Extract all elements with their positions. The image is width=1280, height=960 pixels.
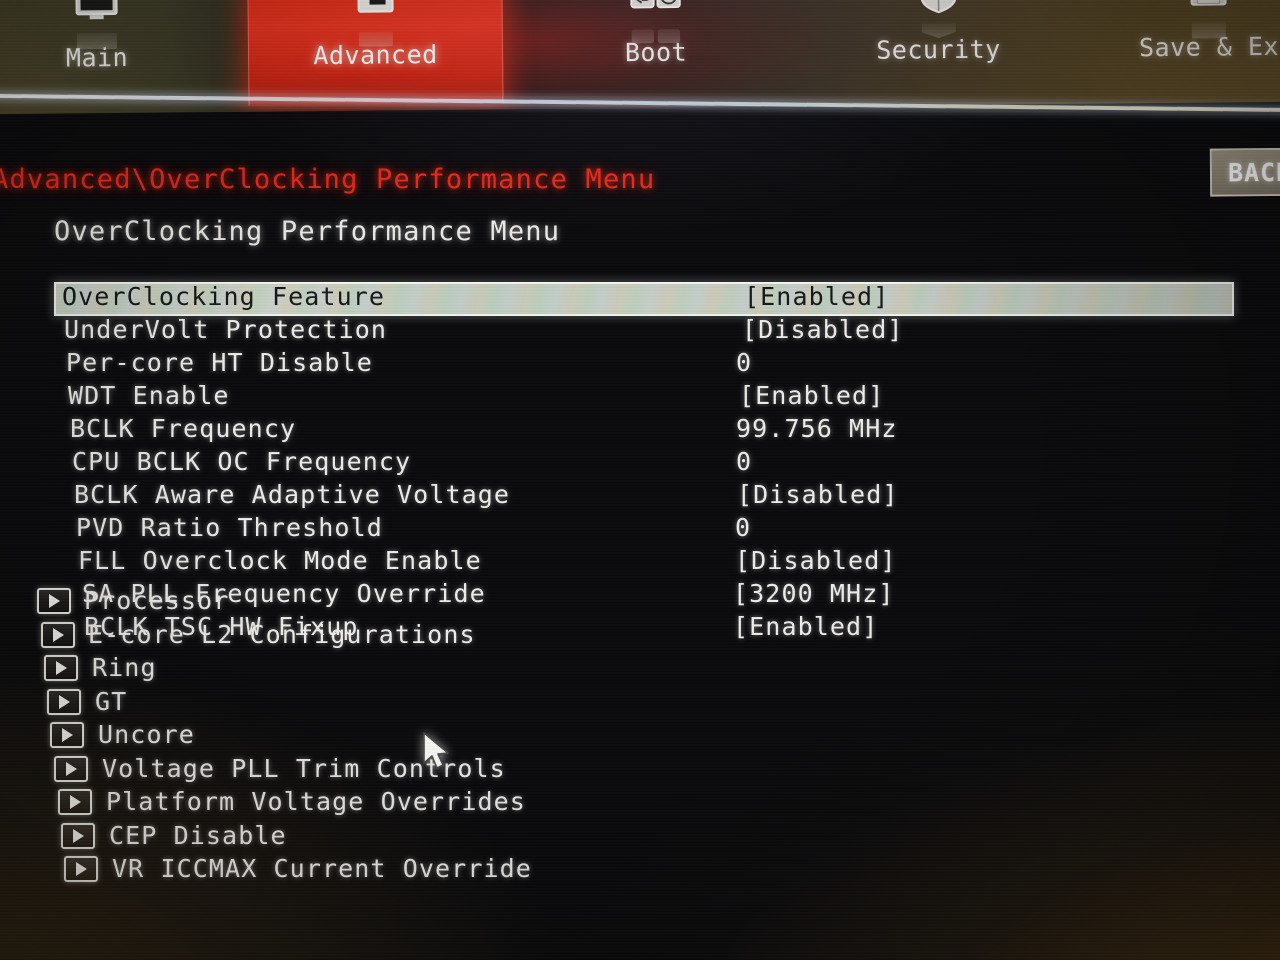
setting-row-cpu-bclk-oc-frequency[interactable]: CPU BCLK OC Frequency 0 (0, 447, 1280, 480)
setting-label: Per-core HT Disable (66, 348, 373, 377)
submenu-label: Platform Voltage Overrides (106, 787, 526, 816)
setting-row-per-core-ht-disable[interactable]: Per-core HT Disable 0 (0, 348, 1280, 381)
submenu-arrow-icon[interactable] (44, 655, 78, 681)
submenu-label: Uncore (98, 720, 195, 749)
submenu-arrow-icon[interactable] (50, 722, 84, 748)
submenu-list: Processor E-core L2 Configurations Ring … (0, 586, 1280, 888)
setting-row-bclk-frequency[interactable]: BCLK Frequency 99.756 MHz (0, 414, 1280, 447)
setting-row-fll-overclock-mode-enable[interactable]: FLL Overclock Mode Enable [Disabled] (0, 546, 1280, 579)
chip-icon-reflection (347, 24, 403, 47)
submenu-row-vr-iccmax-current-override[interactable]: VR ICCMAX Current Override (0, 854, 1280, 888)
setting-row-bclk-aware-adaptive-voltage[interactable]: BCLK Aware Adaptive Voltage [Disabled] (0, 480, 1280, 513)
nav-tab-main[interactable]: Main (1, 0, 192, 108)
nav-tab-save-and-exit[interactable]: Save & Ex (1103, 0, 1280, 98)
setting-row-pvd-ratio-threshold[interactable]: PVD Ratio Threshold 0 (0, 513, 1280, 546)
setting-label: WDT Enable (68, 381, 230, 410)
setting-value[interactable]: [Enabled] (739, 381, 884, 410)
setting-label: OverClocking Feature (62, 282, 386, 311)
submenu-arrow-icon[interactable] (41, 621, 75, 648)
submenu-arrow-icon[interactable] (61, 822, 95, 849)
setting-value[interactable]: 99.756 MHz (736, 414, 898, 443)
setting-label: PVD Ratio Threshold (76, 513, 383, 542)
setting-label: UnderVolt Protection (64, 315, 388, 344)
submenu-label: Processor (84, 586, 230, 615)
submenu-arrow-icon[interactable] (54, 755, 88, 782)
nav-tab-advanced[interactable]: Advanced (247, 0, 504, 106)
content-panel: Advanced\OverClocking Performance Menu O… (0, 112, 1280, 960)
setting-label: BCLK Frequency (70, 414, 297, 443)
monitor-icon-reflection (69, 27, 125, 50)
floppy-icon (1180, 0, 1236, 39)
monitor-icon (68, 0, 124, 50)
setting-label: FLL Overclock Mode Enable (78, 546, 482, 575)
submenu-label: Ring (92, 653, 157, 682)
submenu-arrow-icon[interactable] (47, 688, 81, 715)
nav-tab-boot[interactable]: Boot (555, 0, 756, 103)
submenu-label: E-core L2 Configurations (88, 619, 476, 649)
back-button[interactable]: BACK (1209, 147, 1280, 197)
chip-icon (347, 0, 403, 47)
setting-value[interactable]: 0 (735, 513, 751, 542)
setting-value[interactable]: [Disabled] (735, 546, 897, 575)
mouse-pointer-icon (421, 731, 455, 779)
setting-value[interactable]: [Disabled] (742, 315, 904, 344)
submenu-label: GT (95, 686, 128, 716)
back-button-label: BACK (1227, 157, 1280, 187)
nav-tab-security[interactable]: Security (820, 0, 1056, 100)
setting-value[interactable]: 0 (736, 348, 752, 377)
submenu-arrow-icon[interactable] (64, 856, 98, 882)
shield-icon-reflection (910, 19, 966, 42)
submenu-row-uncore[interactable]: Uncore (0, 720, 1280, 754)
boot-icon (627, 0, 683, 44)
submenu-row-processor[interactable]: Processor (0, 586, 1280, 620)
submenu-row-e-core-l2-configurations[interactable]: E-core L2 Configurations (0, 620, 1280, 654)
submenu-row-gt[interactable]: GT (0, 687, 1280, 721)
setting-label: BCLK Aware Adaptive Voltage (74, 480, 511, 509)
submenu-label: VR ICCMAX Current Override (112, 854, 532, 883)
setting-value[interactable]: [Enabled] (744, 282, 889, 311)
shield-icon (910, 0, 966, 39)
submenu-arrow-icon[interactable] (58, 789, 92, 815)
setting-row-wdt-enable[interactable]: WDT Enable [Enabled] (0, 381, 1280, 414)
submenu-row-platform-voltage-overrides[interactable]: Platform Voltage Overrides (0, 787, 1280, 821)
setting-row-overclocking-feature[interactable]: OverClocking Feature [Enabled] (0, 282, 1280, 316)
submenu-row-voltage-pll-trim-controls[interactable]: Voltage PLL Trim Controls (0, 754, 1280, 788)
submenu-row-cep-disable[interactable]: CEP Disable (0, 821, 1280, 855)
submenu-label: CEP Disable (109, 820, 287, 850)
boot-icon-reflection (628, 22, 684, 45)
submenu-row-ring[interactable]: Ring (0, 653, 1280, 687)
floppy-icon-reflection (1181, 16, 1237, 39)
setting-value[interactable]: 0 (736, 447, 752, 476)
setting-row-undervolt-protection[interactable]: UnderVolt Protection [Disabled] (0, 315, 1280, 348)
bios-screen: Main Advanced Boot Security Save & Ex Ad… (0, 0, 1280, 960)
setting-label: CPU BCLK OC Frequency (72, 447, 412, 476)
breadcrumb: Advanced\OverClocking Performance Menu (0, 164, 656, 195)
submenu-arrow-icon[interactable] (37, 588, 71, 614)
setting-value[interactable]: [Disabled] (737, 480, 899, 509)
page-title: OverClocking Performance Menu (54, 216, 561, 247)
